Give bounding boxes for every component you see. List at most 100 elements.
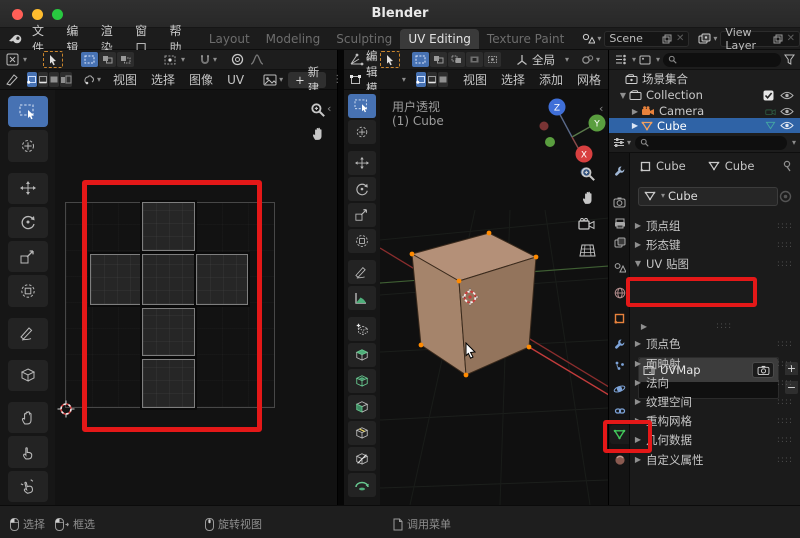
panel-shape-keys[interactable]: ▶ 形态键:::: <box>630 235 800 254</box>
vp-tool-spin[interactable] <box>348 473 376 497</box>
tab-tool[interactable] <box>610 161 629 180</box>
mode-chevron-icon[interactable]: ▾ <box>402 75 406 84</box>
uv-menu-view[interactable]: 视图 <box>113 71 137 88</box>
outliner-funnel-icon[interactable] <box>784 54 795 65</box>
tab-output[interactable] <box>610 214 629 233</box>
vp-tool-rotate[interactable] <box>348 177 376 201</box>
vp-tool-scale[interactable] <box>348 203 376 227</box>
panel-geometry-data[interactable]: ▶ 几何数据:::: <box>630 430 800 449</box>
uv-header-grip-icon[interactable]: ⋮ <box>332 74 342 85</box>
uv-island-select-button[interactable] <box>60 72 72 87</box>
cube-expand-icon[interactable]: ▶ <box>629 121 641 130</box>
outliner-row-camera[interactable]: ▶ Camera <box>609 103 800 119</box>
properties-editor-type-icon[interactable] <box>613 137 625 148</box>
uv-pivot-chevron-icon[interactable]: ▾ <box>181 55 185 64</box>
panel-vertex-colors[interactable]: ▶ 顶点色:::: <box>630 334 800 353</box>
vp-select-mode-extend-button[interactable] <box>430 52 448 67</box>
vp-tool-move[interactable] <box>348 151 376 175</box>
vp-select-mode-invert-button[interactable] <box>466 52 484 67</box>
workspace-tab-sculpting[interactable]: Sculpting <box>328 29 400 49</box>
scene-chevron-icon[interactable]: ▾ <box>597 34 601 43</box>
vertex-select-mode-button[interactable] <box>415 72 426 87</box>
outliner-editor-type-icon[interactable] <box>614 54 627 65</box>
uv-snap-magnet-icon[interactable] <box>199 54 211 66</box>
vp-orthographic-toggle-icon[interactable] <box>579 242 596 261</box>
vp-tool-loop-cut[interactable] <box>348 421 376 445</box>
uv-tool-transform[interactable] <box>7 275 48 307</box>
uv-tool-rotate[interactable] <box>7 206 48 239</box>
tab-render[interactable] <box>610 193 629 212</box>
outliner-filter-image-icon[interactable] <box>639 55 651 65</box>
uv-tool-annotate[interactable] <box>7 317 48 349</box>
tab-scene[interactable] <box>610 258 629 277</box>
panel-remesh[interactable]: ▶ 重构网格:::: <box>630 411 800 430</box>
edge-select-mode-button[interactable] <box>426 72 437 87</box>
remove-view-layer-icon[interactable]: ✕ <box>787 33 795 44</box>
vp-select-mode-subtract-button[interactable] <box>448 52 466 67</box>
mesh-name-value[interactable]: Cube <box>668 189 698 203</box>
uv-pan-hand-icon[interactable] <box>311 126 326 145</box>
cube-visibility-eye-icon[interactable] <box>780 121 794 130</box>
uv-editor-type-chevron-icon[interactable]: ▾ <box>23 55 27 64</box>
breadcrumb-object-name[interactable]: Cube <box>656 159 686 173</box>
outliner-search-input[interactable] <box>663 52 781 67</box>
workspace-tab-uv-editing[interactable]: UV Editing <box>400 28 479 49</box>
vp-tool-cursor[interactable] <box>348 120 376 144</box>
uv-tool-scale[interactable] <box>7 241 48 273</box>
tab-object[interactable] <box>610 309 629 328</box>
vp-menu-add[interactable]: 添加 <box>539 71 563 88</box>
uv-tool-grab[interactable] <box>7 402 48 434</box>
vp-tool-knife[interactable] <box>348 447 376 471</box>
vp-snap-icon[interactable] <box>581 54 594 66</box>
browse-image-chevron-icon[interactable]: ▾ <box>279 75 283 84</box>
unlink-scene-icon[interactable]: ✕ <box>676 33 684 44</box>
pin-icon[interactable] <box>782 160 792 172</box>
vp-camera-view-icon[interactable] <box>578 216 596 235</box>
vp-select-mode-intersect-button[interactable] <box>484 52 502 67</box>
uv-proportional-editing-icon[interactable] <box>231 53 244 66</box>
properties-search-input[interactable] <box>635 135 787 150</box>
browse-image-icon[interactable] <box>263 74 277 86</box>
copy-view-layer-icon[interactable] <box>773 34 783 44</box>
uv-zoom-icon[interactable] <box>310 102 326 122</box>
uv-tool-cursor[interactable] <box>7 130 48 162</box>
transform-orientation-value[interactable]: 全局 <box>532 52 555 68</box>
uv-menu-select[interactable]: 选择 <box>151 71 175 88</box>
uv-vertex-select-button[interactable] <box>27 72 37 87</box>
uv-select-mode-subtract-button[interactable] <box>117 52 135 67</box>
mesh-browse-chevron-icon[interactable]: ▾ <box>661 192 665 200</box>
uv-active-tool-select-box[interactable] <box>43 51 64 68</box>
vp-snap-chevron-icon[interactable]: ▾ <box>596 55 600 64</box>
panel-normals[interactable]: ▶ 法向:::: <box>630 373 800 392</box>
uv-tool-move[interactable] <box>7 172 48 204</box>
uv-select-mode-extend-button[interactable] <box>99 52 117 67</box>
vp-pan-hand-icon[interactable] <box>581 190 596 209</box>
uv-edge-select-button[interactable] <box>38 72 48 87</box>
uv-menu-uv[interactable]: UV <box>227 73 244 87</box>
uv-falloff-curve-icon[interactable] <box>250 54 264 65</box>
outliner-display-chevron-icon[interactable]: ▾ <box>632 55 636 64</box>
workspace-tab-layout[interactable]: Layout <box>201 29 258 49</box>
uv-tool-relax[interactable] <box>7 436 48 468</box>
workspace-tab-texture-paint[interactable]: Texture Paint <box>479 29 572 49</box>
uv-editor-type-icon[interactable] <box>6 53 21 66</box>
orientation-chevron-icon[interactable]: ▾ <box>565 55 569 64</box>
panel-texture-space[interactable]: ▶ 纹理空间:::: <box>630 392 800 411</box>
new-image-button[interactable]: + 新建 <box>288 65 327 95</box>
tab-view-layer[interactable] <box>610 233 629 252</box>
vp-tool-annotate[interactable] <box>348 260 376 284</box>
vp-menu-view[interactable]: 视图 <box>463 71 487 88</box>
properties-type-chevron-icon[interactable]: ▾ <box>627 138 631 147</box>
view-layer-chevron-icon[interactable]: ▾ <box>713 34 717 43</box>
uv-sidebar-collapse-icon[interactable]: ‹ <box>327 102 331 115</box>
collection-visibility-eye-icon[interactable] <box>780 91 794 100</box>
vp-zoom-icon[interactable] <box>580 166 596 186</box>
tab-modifiers[interactable] <box>610 334 629 353</box>
uv-menu-image[interactable]: 图像 <box>189 71 213 88</box>
uv-select-mode-new-button[interactable] <box>81 52 99 67</box>
panel-uv-maps[interactable]: ▼ UV 贴图:::: <box>630 254 800 273</box>
edit-mode-icon[interactable] <box>349 74 362 86</box>
uv-face-select-button[interactable] <box>49 72 59 87</box>
uv-snap-chevron-icon[interactable]: ▾ <box>213 55 217 64</box>
collection-checkbox[interactable] <box>763 90 774 101</box>
